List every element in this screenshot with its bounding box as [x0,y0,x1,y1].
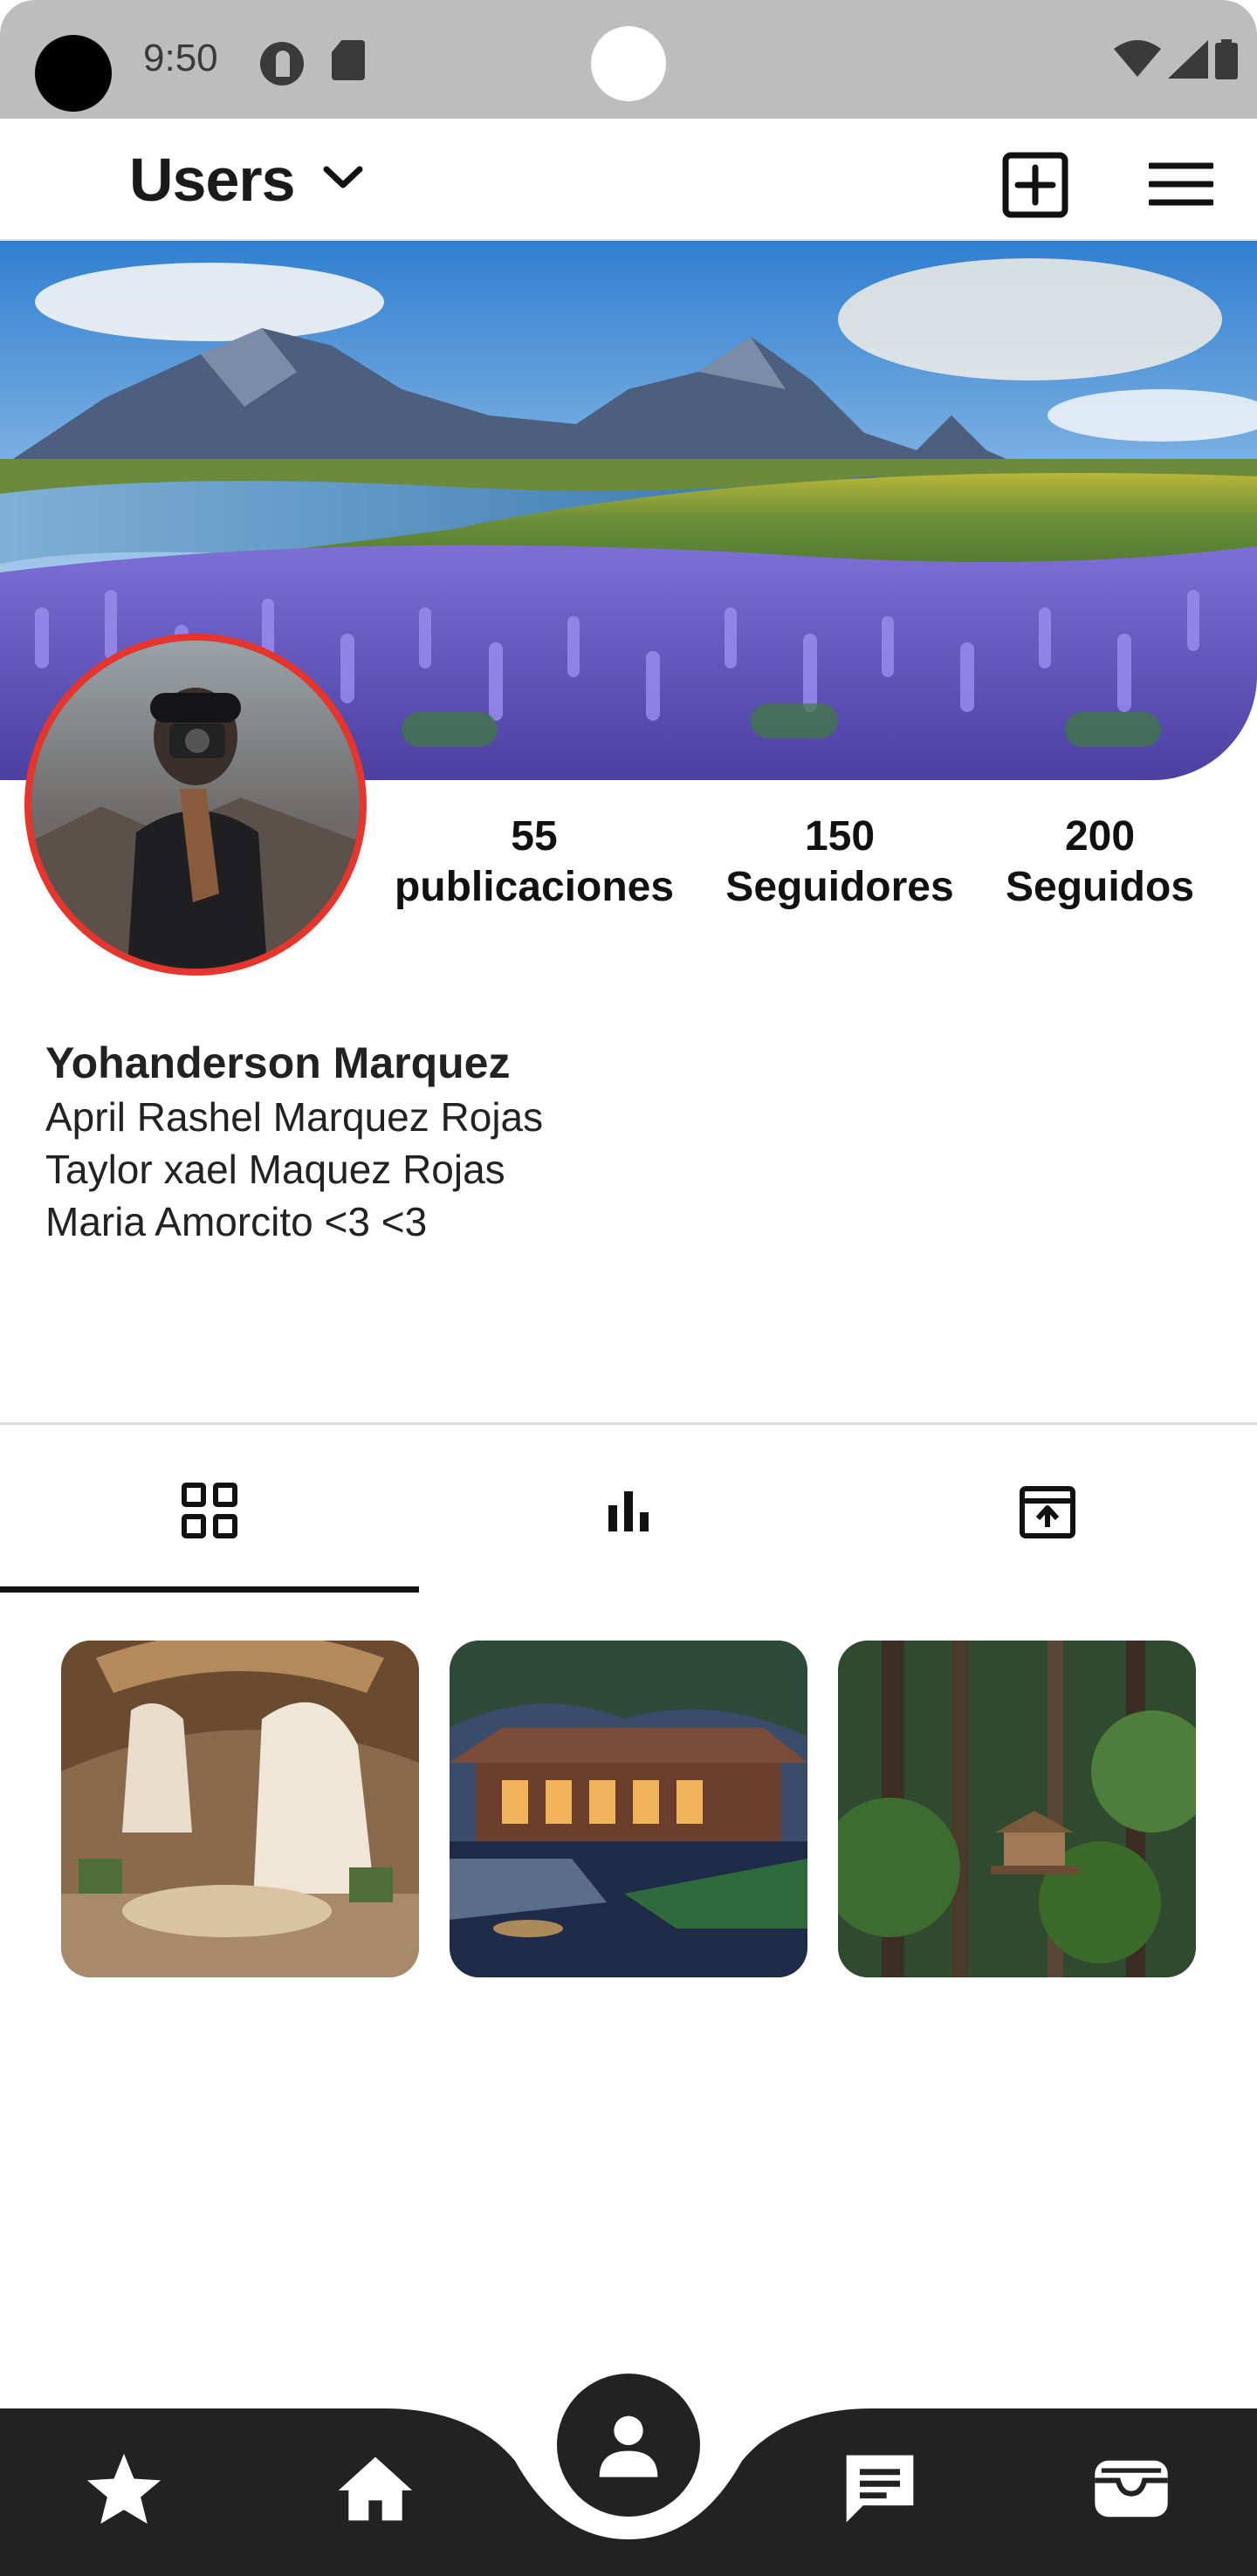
status-time: 9:50 [143,37,218,79]
page-title[interactable]: Users [129,145,296,215]
tab-stats[interactable] [419,1428,838,1593]
stat-label: Seguidos [1005,864,1195,910]
stat-seguidos[interactable]: 200 Seguidos [986,812,1213,913]
home-icon [338,2456,413,2521]
battery-icon [1215,39,1238,79]
status-bar: 9:50 [0,0,1257,119]
avatar-photo [31,641,360,969]
bio-line: Maria Amorcito <3 <3 [45,1199,428,1244]
chevron-down-icon[interactable] [321,164,365,192]
stat-label: publicaciones [394,864,675,910]
profile-name: Yohanderson Marquez [45,1038,511,1087]
grid-icon [182,1483,237,1538]
divider [0,1422,1257,1425]
post-thumbnail-2[interactable] [450,1641,807,1977]
post-image [61,1641,419,1977]
status-icons [1114,38,1238,80]
post-thumbnail-3[interactable] [838,1641,1196,1977]
bio-line: April Rashel Marquez Rojas [45,1094,544,1140]
nav-messages[interactable] [836,2445,924,2532]
nav-favorites[interactable] [80,2445,168,2532]
nav-home[interactable] [332,2445,419,2532]
stat-label: Seguidores [725,864,954,910]
nav-wallet[interactable] [1088,2445,1175,2532]
stat-value: 55 [511,813,558,860]
bottom-navigation [0,2374,1257,2576]
tab-grid[interactable] [0,1428,419,1593]
nav-profile[interactable] [557,2374,700,2517]
stat-publicaciones[interactable]: 55 publicaciones [381,812,688,913]
wifi-icon [1114,40,1161,77]
chat-icon [846,2455,914,2523]
stat-value: 150 [804,813,876,860]
signal-icon [1168,40,1208,79]
front-camera-dot [591,26,666,101]
tab-archive[interactable] [838,1428,1257,1593]
menu-icon[interactable] [1149,162,1213,206]
sim-card-icon [332,40,365,80]
star-icon [86,2453,161,2525]
app-header: Users [0,119,1257,241]
archive-upload-icon [1020,1486,1075,1538]
tab-indicator [0,1586,419,1593]
bio-line: Taylor xael Maquez Rojas [45,1147,505,1192]
stat-seguidores[interactable]: 150 Seguidores [709,812,971,913]
add-box-icon[interactable] [1002,152,1068,218]
post-image [450,1641,807,1977]
profile-bio: Yohanderson Marquez April Rashel Marquez… [45,1035,543,1248]
bar-chart-icon [608,1491,649,1531]
privacy-icon [260,42,304,86]
wallet-icon [1095,2460,1168,2518]
stat-value: 200 [1064,813,1136,860]
camera-cutout [35,35,112,112]
post-image [838,1641,1196,1977]
post-thumbnail-1[interactable] [61,1641,419,1977]
profile-icon [599,2415,658,2477]
avatar-image[interactable] [24,634,367,976]
